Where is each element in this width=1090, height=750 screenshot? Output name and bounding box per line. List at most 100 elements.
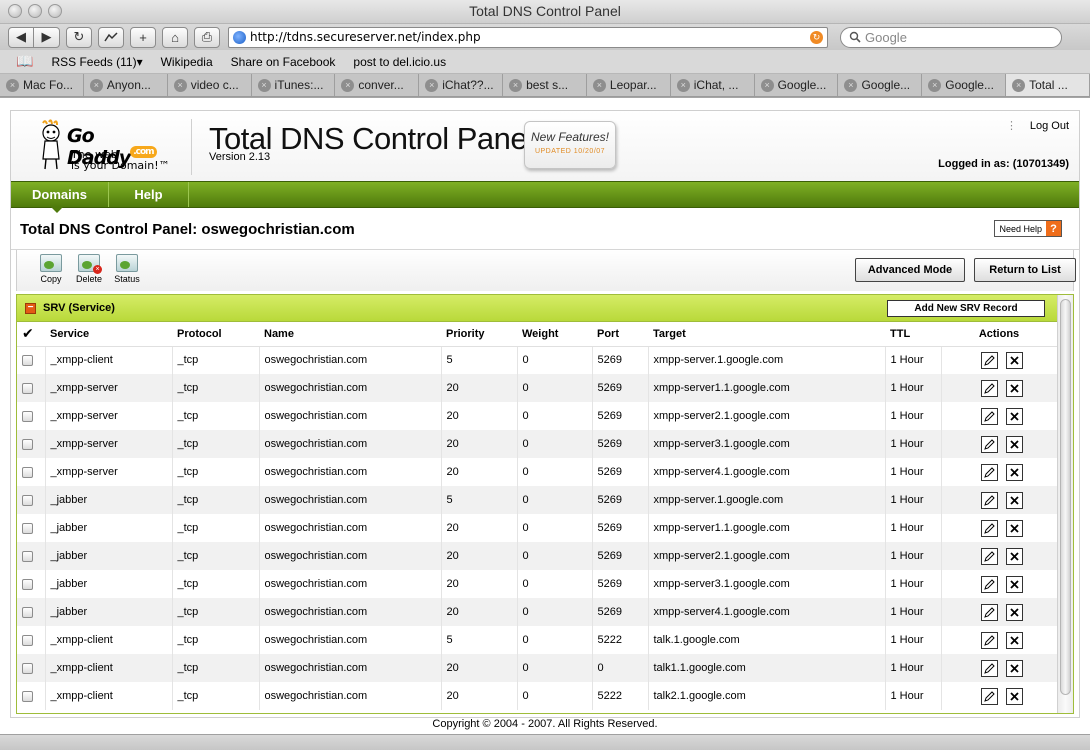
godaddy-logo[interactable]: Go Daddy .com The web is your Domain!™ <box>37 117 187 177</box>
close-tab-icon[interactable]: × <box>844 78 858 92</box>
browser-tab[interactable]: × best s... <box>503 74 587 96</box>
edit-record-button[interactable] <box>980 351 998 369</box>
delete-record-button[interactable] <box>1005 547 1023 565</box>
browser-tab[interactable]: × video c... <box>168 74 252 96</box>
row-checkbox[interactable] <box>22 494 33 506</box>
browser-tab[interactable]: × Google... <box>755 74 839 96</box>
back-button[interactable]: ◀ <box>8 26 34 48</box>
close-tab-icon[interactable]: × <box>257 78 271 92</box>
close-tab-icon[interactable]: × <box>509 78 523 92</box>
bookmark-share-facebook[interactable]: Share on Facebook <box>231 55 336 69</box>
table-row[interactable]: _xmpp-server _tcp oswegochristian.com 20 0 52… <box>17 402 1057 430</box>
edit-record-button[interactable] <box>980 659 998 677</box>
delete-record-button[interactable] <box>1005 491 1023 509</box>
bookmark-delicious[interactable]: post to del.icio.us <box>353 55 446 69</box>
edit-record-button[interactable] <box>980 379 998 397</box>
table-row[interactable]: _jabber _tcp oswegochristian.com 20 0 5269 xmp… <box>17 542 1057 570</box>
edit-record-button[interactable] <box>980 519 998 537</box>
close-tab-icon[interactable]: × <box>89 78 103 92</box>
column-header-port[interactable]: Port <box>592 322 648 347</box>
delete-button[interactable]: × Delete <box>71 254 107 284</box>
delete-record-button[interactable] <box>1005 407 1023 425</box>
return-to-list-button[interactable]: Return to List <box>974 258 1076 282</box>
row-checkbox[interactable] <box>22 634 33 646</box>
table-row[interactable]: _xmpp-server _tcp oswegochristian.com 20 0 52… <box>17 458 1057 486</box>
table-row[interactable]: _xmpp-server _tcp oswegochristian.com 20 0 52… <box>17 430 1057 458</box>
row-checkbox[interactable] <box>22 410 33 422</box>
close-tab-icon[interactable]: × <box>425 78 439 92</box>
bookmarks-book-icon[interactable]: 📖 <box>16 53 33 70</box>
row-checkbox[interactable] <box>22 662 33 674</box>
edit-record-button[interactable] <box>980 407 998 425</box>
forward-button[interactable]: ▶ <box>34 26 60 48</box>
address-bar[interactable]: http://tdns.secureserver.net/index.php ↻ <box>228 26 828 48</box>
bookmark-rss-feeds[interactable]: RSS Feeds (11)▾ <box>51 55 142 69</box>
minimize-window-button[interactable] <box>28 4 42 18</box>
new-features-badge[interactable]: New Features! UPDATED 10/20/07 <box>524 121 616 169</box>
browser-tab-active[interactable]: × Total ... <box>1006 74 1090 96</box>
table-row[interactable]: _xmpp-client _tcp oswegochristian.com 20 0 0 t… <box>17 654 1057 682</box>
print-button[interactable]: ⎙ <box>194 26 220 48</box>
edit-record-button[interactable] <box>980 491 998 509</box>
browser-tab[interactable]: × iChat??... <box>419 74 504 96</box>
delete-record-button[interactable] <box>1005 351 1023 369</box>
table-row[interactable]: _jabber _tcp oswegochristian.com 20 0 5269 xmp… <box>17 570 1057 598</box>
edit-record-button[interactable] <box>980 575 998 593</box>
delete-record-button[interactable] <box>1005 519 1023 537</box>
browser-tab[interactable]: × Anyon... <box>84 74 168 96</box>
column-header-weight[interactable]: Weight <box>517 322 592 347</box>
browser-tab[interactable]: × Google... <box>922 74 1007 96</box>
home-button[interactable]: ⌂ <box>162 26 188 48</box>
add-srv-record-button[interactable]: Add New SRV Record <box>887 300 1045 317</box>
table-row[interactable]: _xmpp-client _tcp oswegochristian.com 20 0 52… <box>17 682 1057 710</box>
srv-scrollbar[interactable] <box>1057 295 1073 713</box>
column-header-target[interactable]: Target <box>648 322 885 347</box>
browser-tab[interactable]: × Mac Fo... <box>0 74 84 96</box>
snapback-button[interactable] <box>98 26 124 48</box>
edit-record-button[interactable] <box>980 603 998 621</box>
edit-record-button[interactable] <box>980 631 998 649</box>
delete-record-button[interactable] <box>1005 575 1023 593</box>
select-all-checkbox[interactable]: ✔ <box>17 322 45 347</box>
collapse-icon[interactable]: − <box>25 303 36 314</box>
browser-tab[interactable]: × conver... <box>335 74 420 96</box>
delete-record-button[interactable] <box>1005 687 1023 705</box>
row-checkbox[interactable] <box>22 522 33 534</box>
delete-record-button[interactable] <box>1005 379 1023 397</box>
advanced-mode-button[interactable]: Advanced Mode <box>855 258 965 282</box>
copy-button[interactable]: Copy <box>33 254 69 284</box>
column-header-ttl[interactable]: TTL <box>885 322 941 347</box>
zoom-window-button[interactable] <box>48 4 62 18</box>
logout-link[interactable]: Log Out <box>1030 120 1069 132</box>
nav-help[interactable]: Help <box>109 182 189 207</box>
edit-record-button[interactable] <box>980 463 998 481</box>
address-url[interactable]: http://tdns.secureserver.net/index.php <box>250 30 806 44</box>
need-help-button[interactable]: Need Help ? <box>994 220 1062 237</box>
rss-icon[interactable]: ↻ <box>810 30 823 44</box>
column-header-protocol[interactable]: Protocol <box>172 322 259 347</box>
browser-tab[interactable]: × iChat, ... <box>671 74 755 96</box>
table-row[interactable]: _jabber _tcp oswegochristian.com 20 0 5269 xmp… <box>17 514 1057 542</box>
close-tab-icon[interactable]: × <box>592 78 606 92</box>
edit-record-button[interactable] <box>980 547 998 565</box>
edit-record-button[interactable] <box>980 687 998 705</box>
delete-record-button[interactable] <box>1005 435 1023 453</box>
row-checkbox[interactable] <box>22 382 33 394</box>
row-checkbox[interactable] <box>22 606 33 618</box>
close-tab-icon[interactable]: × <box>6 78 19 92</box>
close-window-button[interactable] <box>8 4 22 18</box>
bookmark-wikipedia[interactable]: Wikipedia <box>161 55 213 69</box>
browser-tab[interactable]: × Google... <box>838 74 923 96</box>
table-row[interactable]: _jabber _tcp oswegochristian.com 5 0 5269 xmpp… <box>17 486 1057 514</box>
table-row[interactable]: _jabber _tcp oswegochristian.com 20 0 5269 xmp… <box>17 598 1057 626</box>
close-tab-icon[interactable]: × <box>676 78 690 92</box>
delete-record-button[interactable] <box>1005 603 1023 621</box>
row-checkbox[interactable] <box>22 466 33 478</box>
close-tab-icon[interactable]: × <box>928 78 942 92</box>
nav-domains[interactable]: Domains <box>11 182 109 207</box>
column-header-name[interactable]: Name <box>259 322 441 347</box>
close-tab-icon[interactable]: × <box>341 78 355 92</box>
close-tab-icon[interactable]: × <box>173 78 187 92</box>
close-tab-icon[interactable]: × <box>1012 78 1026 92</box>
table-row[interactable]: _xmpp-server _tcp oswegochristian.com 20 0 52… <box>17 374 1057 402</box>
